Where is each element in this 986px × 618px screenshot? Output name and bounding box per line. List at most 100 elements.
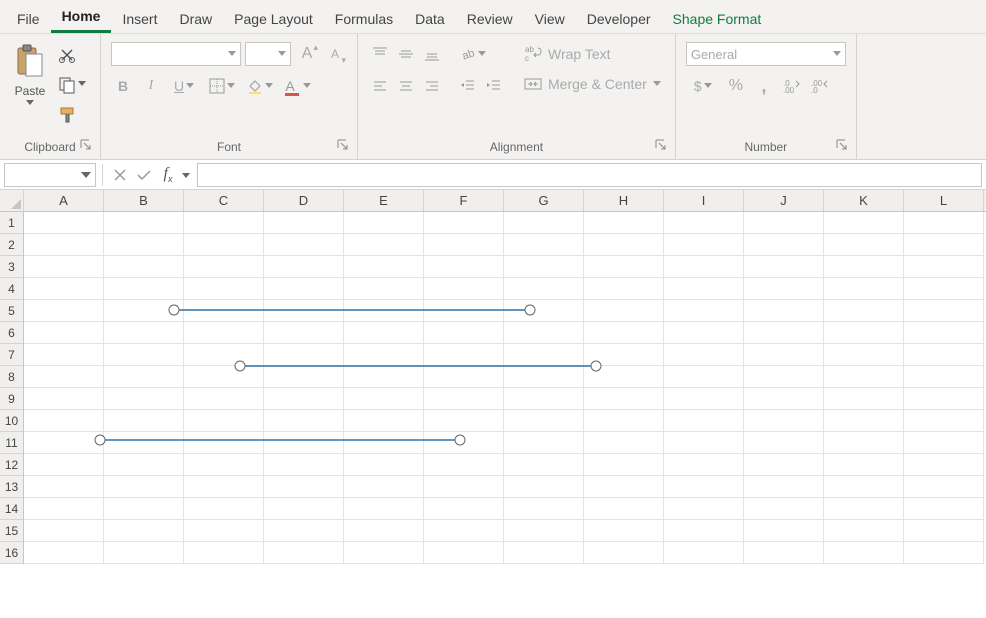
merge-center-button[interactable]: Merge & Center: [520, 72, 665, 96]
cell[interactable]: [104, 300, 184, 322]
cell[interactable]: [424, 388, 504, 410]
cell[interactable]: [184, 520, 264, 542]
align-right-button[interactable]: [420, 74, 444, 98]
cell[interactable]: [584, 366, 664, 388]
column-header[interactable]: G: [504, 190, 584, 211]
row-header[interactable]: 12: [0, 454, 23, 476]
row-headers[interactable]: 12345678910111213141516: [0, 212, 24, 564]
cell[interactable]: [104, 388, 184, 410]
cell[interactable]: [584, 542, 664, 564]
cell[interactable]: [344, 366, 424, 388]
cell[interactable]: [424, 498, 504, 520]
cell[interactable]: [744, 410, 824, 432]
column-header[interactable]: L: [904, 190, 984, 211]
decrease-decimal-button[interactable]: .00.0: [808, 74, 832, 98]
cell[interactable]: [184, 234, 264, 256]
cell[interactable]: [744, 234, 824, 256]
cell[interactable]: [424, 410, 504, 432]
cell[interactable]: [24, 388, 104, 410]
cell[interactable]: [344, 520, 424, 542]
cell[interactable]: [24, 322, 104, 344]
cell[interactable]: [104, 542, 184, 564]
bold-button[interactable]: B: [111, 74, 135, 98]
cell[interactable]: [24, 366, 104, 388]
cell[interactable]: [184, 300, 264, 322]
cell[interactable]: [504, 256, 584, 278]
cell[interactable]: [584, 388, 664, 410]
cell[interactable]: [344, 234, 424, 256]
cell[interactable]: [504, 366, 584, 388]
cell[interactable]: [264, 212, 344, 234]
cell[interactable]: [744, 498, 824, 520]
cell[interactable]: [904, 498, 984, 520]
cell[interactable]: [344, 388, 424, 410]
cell[interactable]: [424, 432, 504, 454]
column-header[interactable]: J: [744, 190, 824, 211]
cell[interactable]: [184, 542, 264, 564]
cell[interactable]: [24, 498, 104, 520]
cell[interactable]: [904, 344, 984, 366]
cell[interactable]: [824, 520, 904, 542]
cell[interactable]: [424, 476, 504, 498]
tab-draw[interactable]: Draw: [168, 4, 223, 33]
cell[interactable]: [664, 388, 744, 410]
cell[interactable]: [184, 498, 264, 520]
cell[interactable]: [264, 454, 344, 476]
cell[interactable]: [24, 454, 104, 476]
cell[interactable]: [904, 520, 984, 542]
cell[interactable]: [24, 476, 104, 498]
cell[interactable]: [824, 476, 904, 498]
cell[interactable]: [744, 388, 824, 410]
row-header[interactable]: 6: [0, 322, 23, 344]
cell[interactable]: [904, 278, 984, 300]
cell[interactable]: [344, 432, 424, 454]
cell[interactable]: [664, 410, 744, 432]
font-size-combo[interactable]: [245, 42, 291, 66]
cell[interactable]: [104, 432, 184, 454]
cell[interactable]: [184, 278, 264, 300]
column-header[interactable]: H: [584, 190, 664, 211]
cell[interactable]: [264, 278, 344, 300]
cell[interactable]: [584, 344, 664, 366]
cell[interactable]: [264, 410, 344, 432]
tab-data[interactable]: Data: [404, 4, 456, 33]
name-box[interactable]: [4, 163, 96, 187]
row-header[interactable]: 11: [0, 432, 23, 454]
worksheet-grid[interactable]: ABCDEFGHIJKL 12345678910111213141516: [0, 190, 986, 618]
align-top-button[interactable]: [368, 42, 392, 66]
cell[interactable]: [344, 498, 424, 520]
cell[interactable]: [584, 498, 664, 520]
cell[interactable]: [664, 212, 744, 234]
cell[interactable]: [424, 454, 504, 476]
select-all-corner[interactable]: [0, 190, 24, 212]
cell[interactable]: [824, 256, 904, 278]
cell[interactable]: [904, 454, 984, 476]
cell[interactable]: [344, 300, 424, 322]
cell[interactable]: [744, 432, 824, 454]
cell[interactable]: [104, 476, 184, 498]
cell[interactable]: [504, 498, 584, 520]
cell[interactable]: [504, 388, 584, 410]
row-header[interactable]: 16: [0, 542, 23, 564]
cell[interactable]: [824, 322, 904, 344]
row-header[interactable]: 10: [0, 410, 23, 432]
cell[interactable]: [904, 476, 984, 498]
cell[interactable]: [104, 410, 184, 432]
cell[interactable]: [264, 388, 344, 410]
cell[interactable]: [744, 542, 824, 564]
cell[interactable]: [104, 278, 184, 300]
cell[interactable]: [664, 520, 744, 542]
formula-input[interactable]: [197, 163, 982, 187]
cell[interactable]: [344, 410, 424, 432]
cell[interactable]: [824, 388, 904, 410]
cell[interactable]: [744, 454, 824, 476]
increase-indent-button[interactable]: [482, 74, 506, 98]
align-left-button[interactable]: [368, 74, 392, 98]
row-header[interactable]: 4: [0, 278, 23, 300]
cell[interactable]: [24, 256, 104, 278]
cell[interactable]: [184, 256, 264, 278]
cell[interactable]: [664, 498, 744, 520]
cell[interactable]: [184, 212, 264, 234]
align-bottom-button[interactable]: [420, 42, 444, 66]
cell[interactable]: [104, 366, 184, 388]
